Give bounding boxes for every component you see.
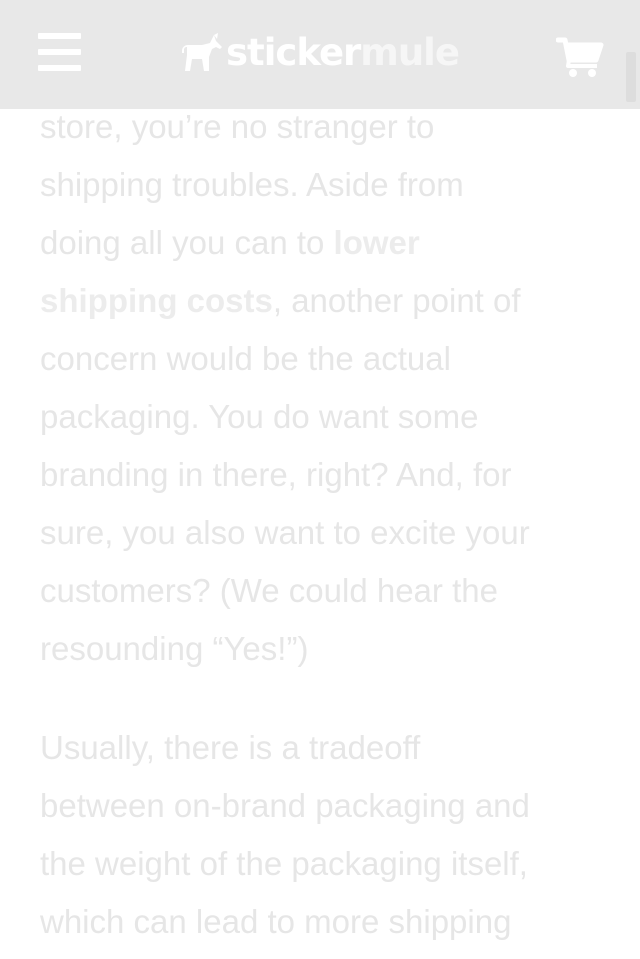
paragraph: store, you’re no stranger to shipping tr… [40, 98, 610, 678]
text-line: packaging. You do want some [40, 398, 479, 435]
lower-shipping-costs-link[interactable]: shipping costs [40, 282, 273, 319]
text-line: resounding “Yes!”) [40, 630, 309, 667]
page: sticker mule store, you’re no stranger to… [0, 0, 640, 959]
top-navigation-bar: sticker mule [0, 0, 640, 109]
text-line: , another point of [272, 282, 521, 319]
text-line: doing all you can to [40, 224, 334, 261]
text-line: customers? (We could hear the [40, 572, 498, 609]
text-line: between on-brand packaging and [40, 787, 530, 824]
menu-line [38, 33, 81, 39]
text-line: concern would be the actual [40, 340, 451, 377]
logo-text-sticker: sticker [226, 31, 361, 74]
menu-line [38, 65, 81, 71]
menu-line [38, 49, 81, 55]
text-line: the weight of the packaging itself, [40, 845, 528, 882]
lower-shipping-costs-link[interactable]: lower [334, 224, 420, 261]
text-line: branding in there, right? And, for [40, 456, 512, 493]
article-body: store, you’re no stranger to shipping tr… [40, 98, 610, 959]
text-line: shipping troubles. Aside from [40, 166, 464, 203]
mule-logo-icon [182, 33, 222, 71]
sticker-mule-logo[interactable]: sticker mule [180, 30, 460, 76]
text-line: store, you’re no stranger to [40, 108, 435, 145]
hamburger-menu-icon[interactable] [38, 33, 81, 73]
text-line: Usually, there is a tradeoff [40, 729, 421, 766]
paragraph: Usually, there is a tradeoff between on-… [40, 719, 610, 951]
logo-text-mule: mule [360, 31, 460, 74]
text-line: which can lead to more shipping [40, 903, 512, 940]
scroll-indicator [626, 52, 636, 102]
shopping-cart-icon[interactable] [556, 36, 604, 78]
text-line: sure, you also want to excite your [40, 514, 530, 551]
